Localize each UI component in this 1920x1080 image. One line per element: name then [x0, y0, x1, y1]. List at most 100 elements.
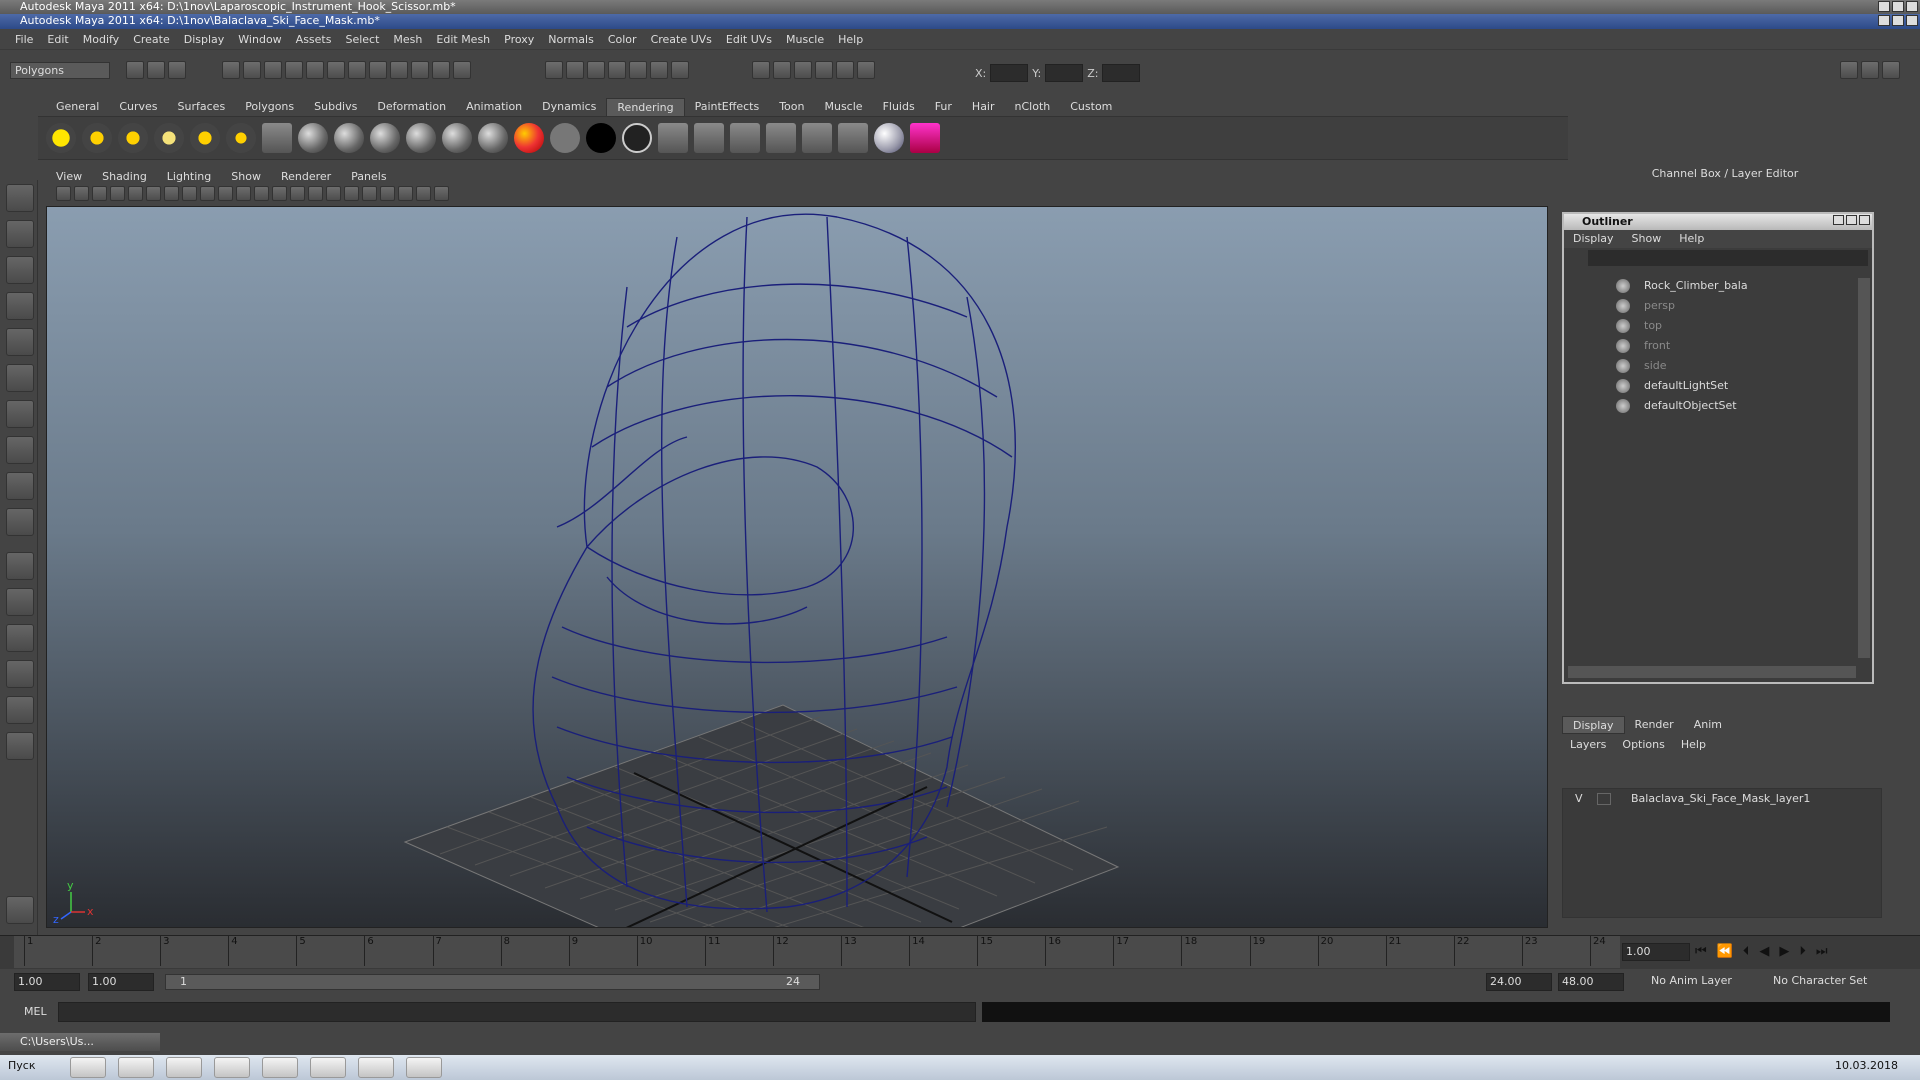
outliner-menu-show[interactable]: Show — [1623, 230, 1671, 248]
phong-icon[interactable] — [370, 123, 400, 153]
tab-hair[interactable]: Hair — [962, 98, 1005, 116]
tab-deformation[interactable]: Deformation — [367, 98, 456, 116]
layout-four-icon[interactable] — [6, 588, 34, 616]
xray-icon[interactable] — [398, 186, 413, 201]
tab-display[interactable]: Display — [1562, 716, 1625, 734]
minimize-button[interactable] — [1878, 1, 1890, 12]
visibility-toggle[interactable]: V — [1575, 789, 1583, 809]
outliner-menu-help[interactable]: Help — [1670, 230, 1713, 248]
paint-brush-icon[interactable] — [910, 123, 940, 153]
camera-icon[interactable] — [56, 186, 71, 201]
command-input[interactable] — [58, 1002, 976, 1022]
field-chart-icon[interactable] — [218, 186, 233, 201]
xray-joints-icon[interactable] — [434, 186, 449, 201]
surface-shader-icon[interactable] — [550, 123, 580, 153]
close-button[interactable] — [1906, 1, 1918, 12]
wireframe-icon[interactable] — [254, 186, 269, 201]
tab-rendering[interactable]: Rendering — [606, 98, 685, 116]
layout-custom-icon[interactable] — [6, 732, 34, 760]
lighting-icon[interactable] — [326, 186, 341, 201]
lasso-tool-icon[interactable] — [6, 220, 34, 248]
move-tool-icon[interactable] — [6, 292, 34, 320]
save-scene-icon[interactable] — [168, 61, 186, 79]
step-back-key-icon[interactable]: ⏪ — [1717, 944, 1733, 959]
app-icon[interactable] — [118, 1057, 154, 1078]
snap-icon[interactable] — [566, 61, 584, 79]
menu-edit-mesh[interactable]: Edit Mesh — [429, 33, 497, 46]
select-hierarchy-icon[interactable] — [222, 61, 240, 79]
layer-menu-help[interactable]: Help — [1673, 736, 1714, 754]
hypershade-icon[interactable] — [802, 123, 832, 153]
render-settings-icon[interactable] — [262, 123, 292, 153]
render-icon[interactable] — [857, 61, 875, 79]
mask-icon[interactable] — [306, 61, 324, 79]
show-manipulator-icon[interactable] — [6, 472, 34, 500]
outliner-item-default-light-set[interactable]: defaultLightSet — [1566, 376, 1856, 396]
step-forward-frame-icon[interactable]: ⏵ — [1799, 944, 1806, 959]
main-window-titlebar[interactable]: Autodesk Maya 2011 x64: D:\1nov\Balaclav… — [0, 14, 1920, 29]
start-button[interactable]: Пуск — [8, 1059, 35, 1072]
menu-modify[interactable]: Modify — [76, 33, 126, 46]
end-time-field[interactable]: 48.00 — [1558, 973, 1624, 991]
z-field[interactable] — [1102, 64, 1141, 82]
tab-dynamics[interactable]: Dynamics — [532, 98, 606, 116]
maximize-button[interactable] — [1846, 215, 1857, 225]
history-icon[interactable] — [752, 61, 770, 79]
new-scene-icon[interactable] — [126, 61, 144, 79]
tab-subdivs[interactable]: Subdivs — [304, 98, 367, 116]
universal-manipulator-icon[interactable] — [6, 400, 34, 428]
tab-muscle[interactable]: Muscle — [814, 98, 872, 116]
layer-menu-layers[interactable]: Layers — [1562, 736, 1614, 754]
wireframe-on-shaded-icon[interactable] — [290, 186, 305, 201]
tab-animation[interactable]: Animation — [456, 98, 532, 116]
maximize-button[interactable] — [1892, 15, 1904, 26]
resolution-gate-icon[interactable] — [182, 186, 197, 201]
panel-menu-lighting[interactable]: Lighting — [157, 169, 221, 185]
menu-create[interactable]: Create — [126, 33, 177, 46]
layer-row[interactable]: V Balaclava_Ski_Face_Mask_layer1 — [1563, 789, 1881, 809]
isolate-select-icon[interactable] — [380, 186, 395, 201]
outliner-item-front[interactable]: front — [1566, 336, 1856, 356]
image-plane-icon[interactable] — [110, 186, 125, 201]
rotate-view-icon[interactable] — [6, 896, 34, 924]
bookmark-icon[interactable] — [92, 186, 107, 201]
outliner-item-side[interactable]: side — [1566, 356, 1856, 376]
close-button[interactable] — [1906, 15, 1918, 26]
menu-create-uvs[interactable]: Create UVs — [644, 33, 719, 46]
tab-curves[interactable]: Curves — [109, 98, 167, 116]
chrome-icon[interactable] — [310, 1057, 346, 1078]
tab-anim[interactable]: Anim — [1684, 716, 1732, 734]
render-icon[interactable] — [815, 61, 833, 79]
menu-mesh[interactable]: Mesh — [386, 33, 429, 46]
mask-icon[interactable] — [348, 61, 366, 79]
tab-toon[interactable]: Toon — [769, 98, 814, 116]
xray-icon[interactable] — [416, 186, 431, 201]
outliner-item-default-object-set[interactable]: defaultObjectSet — [1566, 396, 1856, 416]
batch-render-icon[interactable] — [766, 123, 796, 153]
layered-shader-icon[interactable] — [478, 123, 508, 153]
app-icon[interactable] — [214, 1057, 250, 1078]
smooth-shade-icon[interactable] — [272, 186, 287, 201]
maya-icon[interactable] — [406, 1057, 442, 1078]
render-view-icon[interactable] — [658, 123, 688, 153]
tab-painteffects[interactable]: PaintEffects — [685, 98, 770, 116]
menu-muscle[interactable]: Muscle — [779, 33, 831, 46]
outliner-horizontal-scrollbar[interactable] — [1568, 666, 1856, 678]
spot-light-icon[interactable] — [154, 123, 184, 153]
range-slider[interactable]: 1 24 — [165, 974, 820, 990]
background-window-titlebar[interactable]: Autodesk Maya 2011 x64: D:\1nov\Laparosc… — [0, 0, 1920, 14]
go-to-end-icon[interactable]: ⏭ — [1816, 944, 1828, 959]
anim-layer-dropdown[interactable]: No Anim Layer — [1648, 973, 1758, 991]
minimize-button[interactable] — [1878, 15, 1890, 26]
outliner-menu-display[interactable]: Display — [1564, 230, 1623, 248]
outliner-item-rock-climber[interactable]: Rock_Climber_bala — [1566, 276, 1856, 296]
select-object-icon[interactable] — [243, 61, 261, 79]
menu-edit[interactable]: Edit — [40, 33, 75, 46]
use-background-icon[interactable] — [586, 123, 616, 153]
menu-help[interactable]: Help — [831, 33, 870, 46]
panel-menu-show[interactable]: Show — [221, 169, 271, 185]
anisotropic-icon[interactable] — [442, 123, 472, 153]
time-slider[interactable]: 1 2 3 4 5 6 7 8 9 10 11 12 13 14 15 16 17 18 19 20 21 22 23 24 … — [0, 935, 1920, 969]
menu-color[interactable]: Color — [601, 33, 644, 46]
snap-icon[interactable] — [671, 61, 689, 79]
